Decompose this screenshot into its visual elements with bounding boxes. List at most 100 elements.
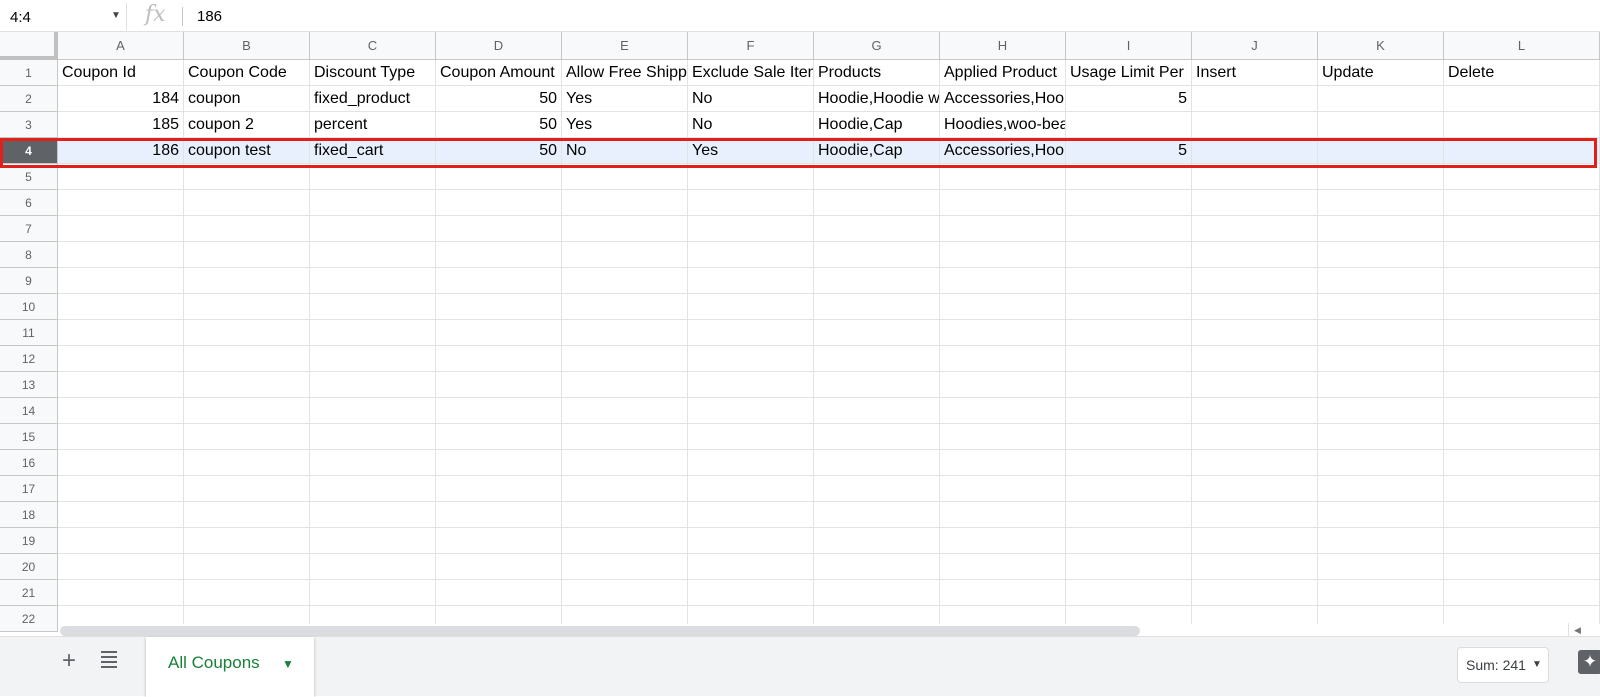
cell-f18[interactable]	[688, 502, 814, 528]
cell-k2[interactable]	[1318, 86, 1444, 112]
row-header-18[interactable]: 18	[0, 502, 58, 528]
cell-a6[interactable]	[58, 190, 184, 216]
cell-h5[interactable]	[940, 164, 1066, 190]
cell-e13[interactable]	[562, 372, 688, 398]
cell-d11[interactable]	[436, 320, 562, 346]
cell-c11[interactable]	[310, 320, 436, 346]
cell-l3[interactable]	[1444, 112, 1600, 138]
cell-l7[interactable]	[1444, 216, 1600, 242]
cell-a18[interactable]	[58, 502, 184, 528]
cell-a9[interactable]	[58, 268, 184, 294]
cell-b6[interactable]	[184, 190, 310, 216]
cell-a3[interactable]: 185	[58, 112, 184, 138]
cell-a5[interactable]	[58, 164, 184, 190]
cell-g1[interactable]: Products	[814, 60, 940, 86]
cell-k8[interactable]	[1318, 242, 1444, 268]
cell-c20[interactable]	[310, 554, 436, 580]
cell-i6[interactable]	[1066, 190, 1192, 216]
cell-g20[interactable]	[814, 554, 940, 580]
cell-f11[interactable]	[688, 320, 814, 346]
cell-f21[interactable]	[688, 580, 814, 606]
cell-j12[interactable]	[1192, 346, 1318, 372]
cell-a1[interactable]: Coupon Id	[58, 60, 184, 86]
cell-d7[interactable]	[436, 216, 562, 242]
cell-j16[interactable]	[1192, 450, 1318, 476]
row-header-11[interactable]: 11	[0, 320, 58, 346]
cell-j1[interactable]: Insert	[1192, 60, 1318, 86]
cell-h6[interactable]	[940, 190, 1066, 216]
cell-h15[interactable]	[940, 424, 1066, 450]
cell-k7[interactable]	[1318, 216, 1444, 242]
cell-k3[interactable]	[1318, 112, 1444, 138]
cell-h14[interactable]	[940, 398, 1066, 424]
cell-e5[interactable]	[562, 164, 688, 190]
cell-l12[interactable]	[1444, 346, 1600, 372]
cell-b15[interactable]	[184, 424, 310, 450]
column-header-f[interactable]: F	[688, 32, 814, 60]
cell-e8[interactable]	[562, 242, 688, 268]
cell-e9[interactable]	[562, 268, 688, 294]
cell-d13[interactable]	[436, 372, 562, 398]
cell-i9[interactable]	[1066, 268, 1192, 294]
cell-l21[interactable]	[1444, 580, 1600, 606]
cell-i20[interactable]	[1066, 554, 1192, 580]
cell-d10[interactable]	[436, 294, 562, 320]
cell-d5[interactable]	[436, 164, 562, 190]
scroll-left-icon[interactable]: ◀	[1568, 623, 1586, 637]
cell-b13[interactable]	[184, 372, 310, 398]
cell-c17[interactable]	[310, 476, 436, 502]
cell-d20[interactable]	[436, 554, 562, 580]
row-header-19[interactable]: 19	[0, 528, 58, 554]
cell-j20[interactable]	[1192, 554, 1318, 580]
cell-j13[interactable]	[1192, 372, 1318, 398]
cell-a4[interactable]: 186	[58, 138, 184, 164]
cell-g7[interactable]	[814, 216, 940, 242]
cell-f17[interactable]	[688, 476, 814, 502]
cell-f7[interactable]	[688, 216, 814, 242]
cell-i21[interactable]	[1066, 580, 1192, 606]
cell-b8[interactable]	[184, 242, 310, 268]
chevron-down-icon[interactable]: ▼	[111, 10, 121, 21]
cell-f1[interactable]: Exclude Sale Items	[688, 60, 814, 86]
cell-e6[interactable]	[562, 190, 688, 216]
cell-i12[interactable]	[1066, 346, 1192, 372]
column-header-k[interactable]: K	[1318, 32, 1444, 60]
cell-l18[interactable]	[1444, 502, 1600, 528]
cell-b11[interactable]	[184, 320, 310, 346]
column-header-l[interactable]: L	[1444, 32, 1600, 60]
cell-h21[interactable]	[940, 580, 1066, 606]
cell-g17[interactable]	[814, 476, 940, 502]
cell-c1[interactable]: Discount Type	[310, 60, 436, 86]
row-header-3[interactable]: 3	[0, 112, 58, 138]
cell-f3[interactable]: No	[688, 112, 814, 138]
cell-j19[interactable]	[1192, 528, 1318, 554]
cell-a17[interactable]	[58, 476, 184, 502]
cell-c12[interactable]	[310, 346, 436, 372]
cell-d19[interactable]	[436, 528, 562, 554]
cell-k14[interactable]	[1318, 398, 1444, 424]
cell-f13[interactable]	[688, 372, 814, 398]
cell-b18[interactable]	[184, 502, 310, 528]
cell-g16[interactable]	[814, 450, 940, 476]
column-header-d[interactable]: D	[436, 32, 562, 60]
spreadsheet-grid[interactable]: A B C D E F G H I J K L 1 Coupon Id Coupon Code Discoun…	[0, 32, 1600, 634]
cell-h1[interactable]: Applied Product	[940, 60, 1066, 86]
cell-e4[interactable]: No	[562, 138, 688, 164]
cell-g10[interactable]	[814, 294, 940, 320]
cell-e12[interactable]	[562, 346, 688, 372]
row-header-22[interactable]: 22	[0, 606, 58, 632]
select-all-corner[interactable]	[0, 32, 58, 60]
cell-h10[interactable]	[940, 294, 1066, 320]
cell-d17[interactable]	[436, 476, 562, 502]
cell-f6[interactable]	[688, 190, 814, 216]
column-header-g[interactable]: G	[814, 32, 940, 60]
cell-b17[interactable]	[184, 476, 310, 502]
cell-g11[interactable]	[814, 320, 940, 346]
row-header-4[interactable]: 4	[0, 138, 58, 164]
cell-i10[interactable]	[1066, 294, 1192, 320]
cell-e19[interactable]	[562, 528, 688, 554]
cell-f16[interactable]	[688, 450, 814, 476]
cell-g13[interactable]	[814, 372, 940, 398]
cell-f12[interactable]	[688, 346, 814, 372]
row-header-21[interactable]: 21	[0, 580, 58, 606]
